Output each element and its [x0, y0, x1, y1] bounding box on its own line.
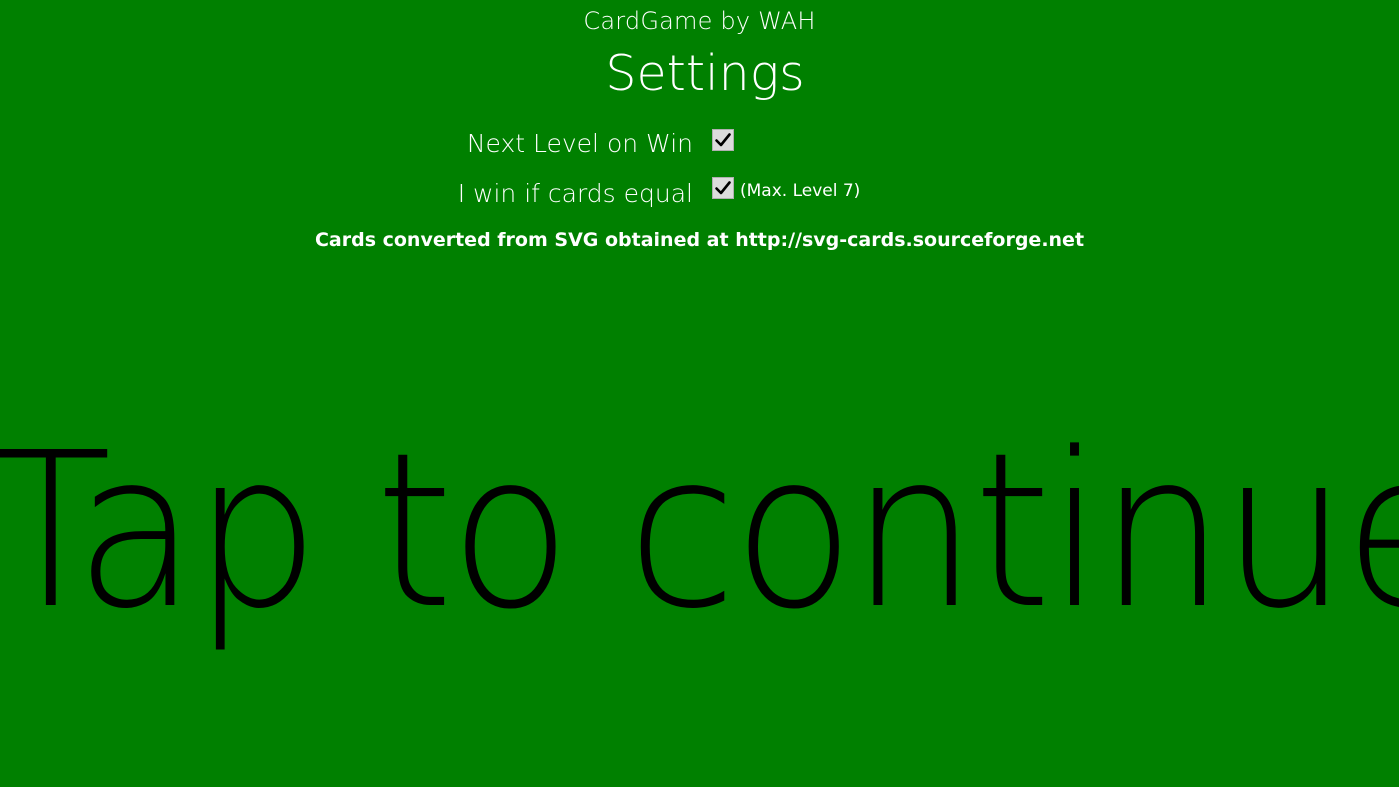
tap-to-continue-button[interactable]: Tap to continue: [0, 382, 1399, 682]
win-if-cards-equal-label: I win if cards equal: [457, 179, 693, 208]
checkmark-icon: [715, 133, 731, 147]
setting-row-next-level-on-win: Next Level on Win: [0, 124, 1399, 164]
win-if-cards-equal-checkbox[interactable]: [712, 177, 734, 199]
credits-text: Cards converted from SVG obtained at htt…: [314, 229, 1085, 251]
max-level-note: (Max. Level 7): [740, 181, 861, 201]
next-level-on-win-checkbox[interactable]: [712, 129, 734, 151]
checkmark-icon: [715, 181, 731, 195]
next-level-on-win-label: Next Level on Win: [466, 129, 693, 158]
page-title: Settings: [605, 45, 805, 102]
app-title: CardGame by WAH: [583, 7, 816, 35]
setting-row-win-if-cards-equal: I win if cards equal (Max. Level 7): [0, 174, 1399, 214]
